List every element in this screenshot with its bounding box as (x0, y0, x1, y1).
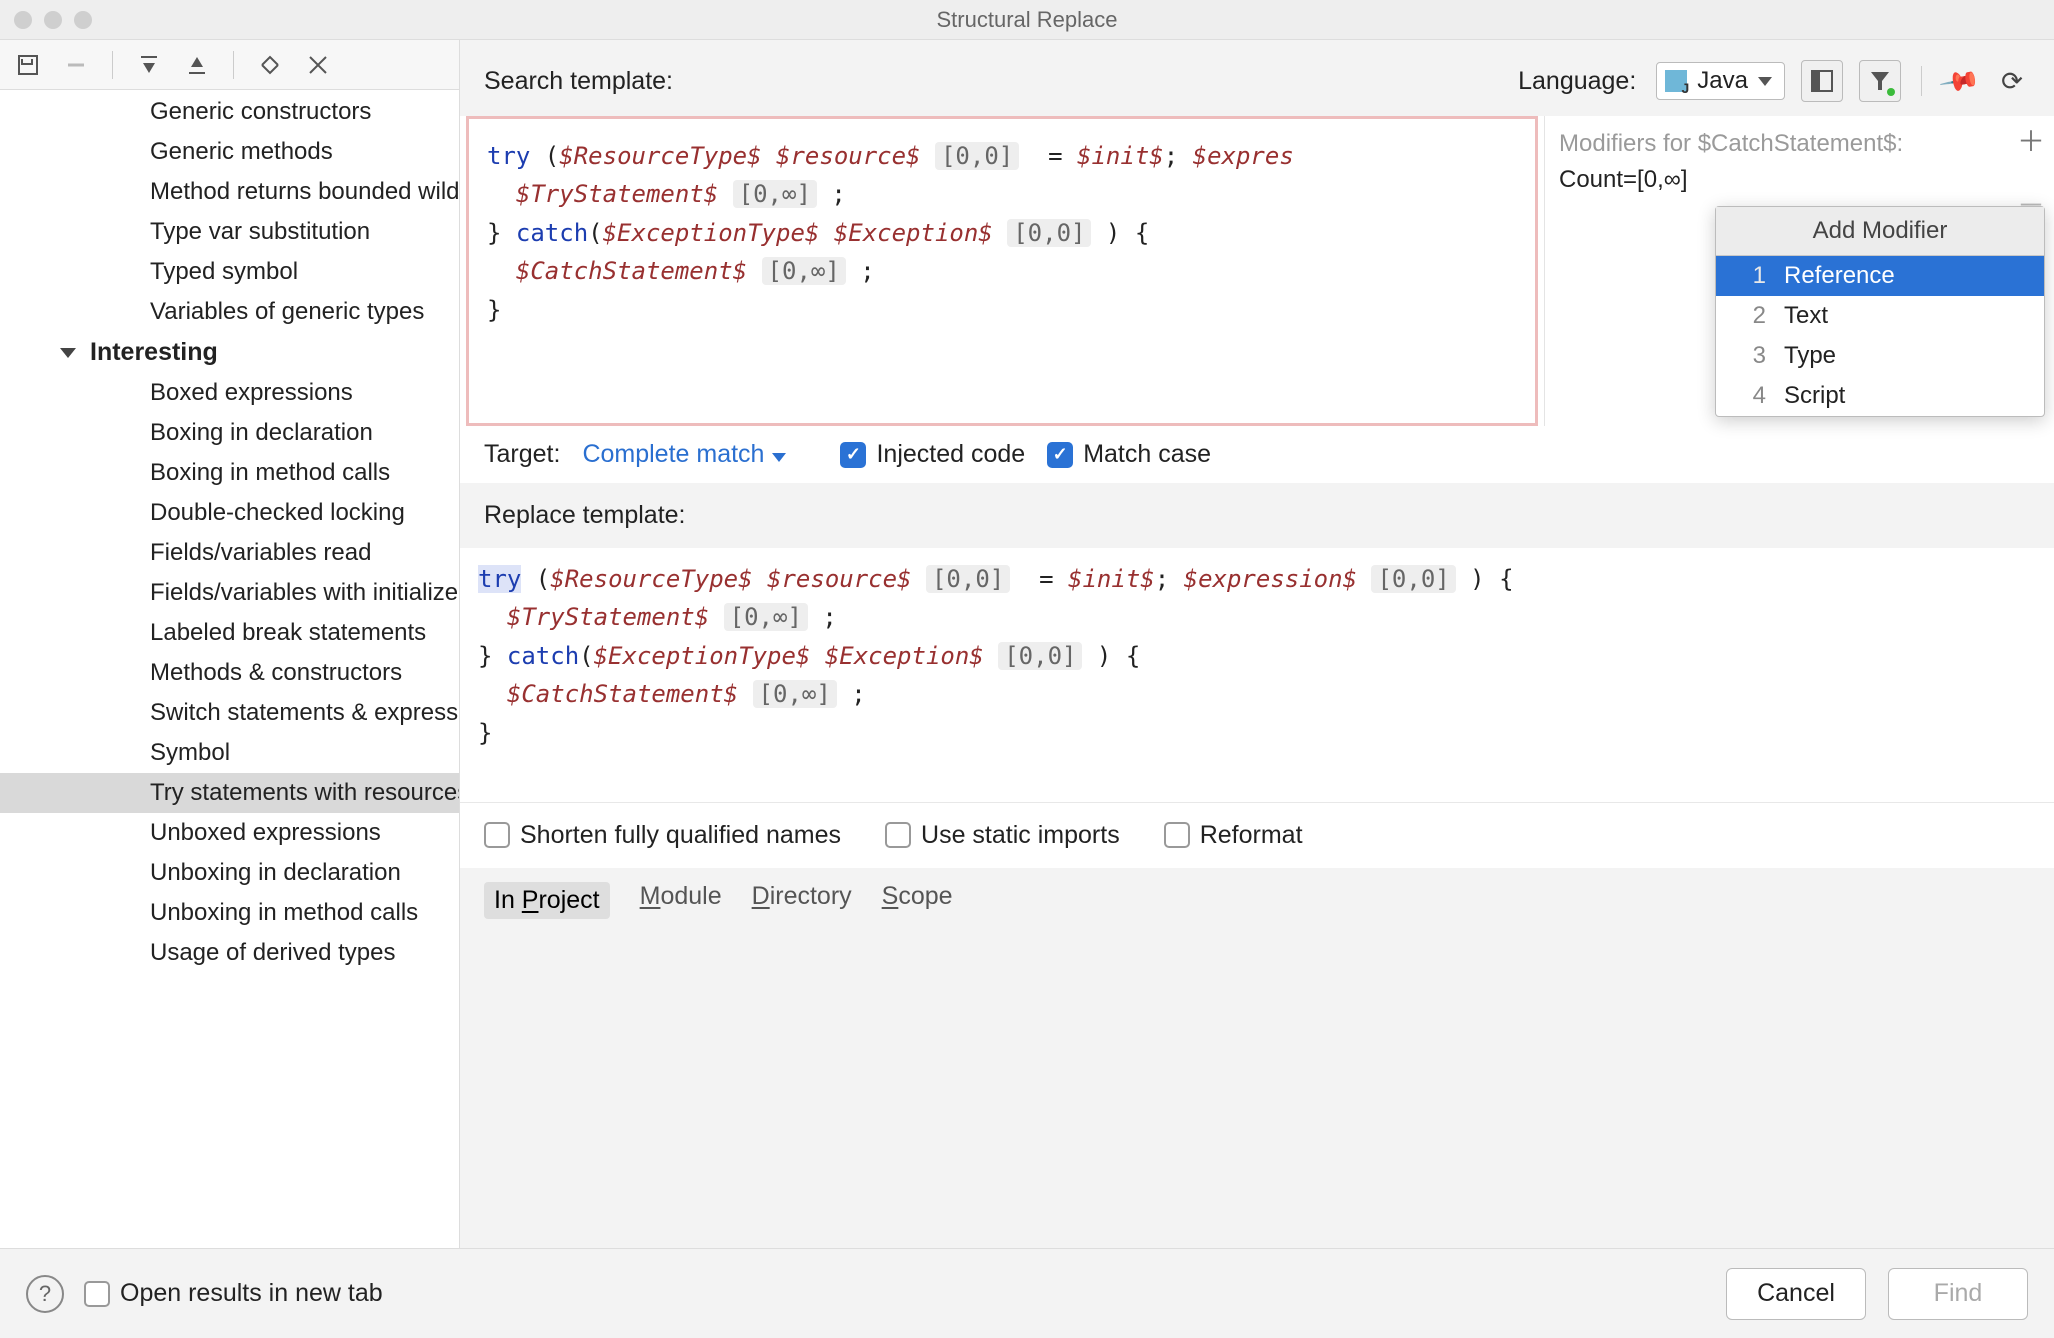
checkbox-checked-icon: ✓ (1047, 442, 1073, 468)
target-row: Target: Complete match ✓ Injected code ✓… (460, 426, 2054, 483)
modifiers-panel: Modifiers for $CatchStatement$: Count=[0… (1544, 116, 2054, 426)
reformat-checkbox[interactable]: ✓ Reformat (1164, 821, 1303, 850)
cancel-button[interactable]: Cancel (1726, 1268, 1866, 1320)
modifiers-count: Count=[0,∞] (1559, 166, 2048, 194)
tree-item[interactable]: Boxing in declaration (0, 413, 459, 453)
shorten-names-checkbox[interactable]: ✓ Shorten fully qualified names (484, 821, 841, 850)
target-label: Target: (484, 440, 560, 469)
filter-button[interactable] (1859, 60, 1901, 102)
tree-item[interactable]: Boxed expressions (0, 373, 459, 413)
find-button[interactable]: Find (1888, 1268, 2028, 1320)
tree-items[interactable]: Generic constructors Generic methods Met… (0, 90, 459, 973)
tree-item[interactable]: Fields/variables with initializers (0, 573, 459, 613)
language-value: Java (1697, 67, 1748, 95)
tree-item[interactable]: Usage of derived types (0, 933, 459, 973)
tree-item[interactable]: Typed symbol (0, 252, 459, 292)
scope-module[interactable]: Module (640, 882, 722, 919)
expand-selection-icon[interactable] (133, 49, 165, 81)
checkbox-empty-icon: ✓ (84, 1281, 110, 1307)
add-modifier-popup: Add Modifier 1 Reference 2 Text 3 Type (1715, 206, 2045, 417)
scope-directory[interactable]: Directory (752, 882, 852, 919)
injected-code-checkbox[interactable]: ✓ Injected code (840, 440, 1025, 469)
scope-scope[interactable]: Scope (882, 882, 953, 919)
replace-options-row: ✓ Shorten fully qualified names ✓ Use st… (460, 803, 2054, 868)
help-button[interactable]: ? (26, 1275, 64, 1313)
tree-item[interactable]: Unboxed expressions (0, 813, 459, 853)
refresh-icon[interactable]: ⟳ (1994, 63, 2030, 99)
search-editor-row: try ($ResourceType$ $resource$ [0,0] = $… (460, 116, 2054, 426)
modifier-option-text[interactable]: 2 Text (1716, 296, 2044, 336)
checkbox-empty-icon: ✓ (885, 822, 911, 848)
search-header: Search template: Language: Java 📌 ⟳ (460, 40, 2054, 116)
checkbox-empty-icon: ✓ (484, 822, 510, 848)
minus-icon[interactable] (60, 49, 92, 81)
tree-item[interactable]: Generic methods (0, 132, 459, 172)
checkbox-empty-icon: ✓ (1164, 822, 1190, 848)
tree-item[interactable]: Method returns bounded wildcard (0, 172, 459, 212)
tree-item[interactable]: Unboxing in method calls (0, 893, 459, 933)
right-panel: Search template: Language: Java 📌 ⟳ (460, 40, 2054, 1248)
separator (233, 51, 234, 79)
view-mode-button[interactable] (1801, 60, 1843, 102)
footer: ? ✓ Open results in new tab Cancel Find (0, 1248, 2054, 1338)
tree-group-interesting[interactable]: Interesting (0, 332, 459, 373)
search-template-label: Search template: (484, 67, 673, 96)
tree-item[interactable]: Try statements with resources (0, 773, 459, 813)
window-title: Structural Replace (0, 7, 2054, 33)
match-case-checkbox[interactable]: ✓ Match case (1047, 440, 1211, 469)
separator (1921, 66, 1922, 96)
save-icon[interactable] (12, 49, 44, 81)
modifier-option-type[interactable]: 3 Type (1716, 336, 2044, 376)
tree-item[interactable]: Unboxing in declaration (0, 853, 459, 893)
language-select[interactable]: Java (1656, 62, 1785, 100)
add-modifier-popup-title: Add Modifier (1716, 207, 2044, 256)
replace-template-editor[interactable]: try ($ResourceType$ $resource$ [0,0] = $… (460, 548, 2054, 803)
scope-tabs: In Project Module Directory Scope (460, 868, 2054, 933)
footer-right: Cancel Find (1726, 1268, 2028, 1320)
chevron-down-icon (1758, 77, 1772, 86)
target-dropdown[interactable]: Complete match (582, 440, 786, 469)
static-imports-checkbox[interactable]: ✓ Use static imports (885, 821, 1120, 850)
search-template-editor[interactable]: try ($ResourceType$ $resource$ [0,0] = $… (466, 116, 1538, 426)
tree-item[interactable]: Methods & constructors (0, 653, 459, 693)
tree-group-label: Interesting (90, 338, 218, 367)
tree-item[interactable]: Generic constructors (0, 92, 459, 132)
collapse-selection-icon[interactable] (181, 49, 213, 81)
add-modifier-button[interactable]: ＋ (2017, 120, 2045, 160)
tree-item[interactable]: Double-checked locking (0, 493, 459, 533)
checkbox-checked-icon: ✓ (840, 442, 866, 468)
modifiers-title: Modifiers for $CatchStatement$: (1559, 130, 2048, 158)
tree-item[interactable]: Fields/variables read (0, 533, 459, 573)
tree-item[interactable]: Boxing in method calls (0, 453, 459, 493)
java-icon (1665, 70, 1687, 92)
language-label: Language: (1518, 67, 1636, 96)
header-tools: Language: Java 📌 ⟳ (1518, 60, 2030, 102)
templates-tree: Generic constructors Generic methods Met… (0, 40, 460, 1248)
open-results-checkbox[interactable]: ✓ Open results in new tab (84, 1279, 383, 1308)
chevron-down-icon (772, 453, 786, 462)
collapse-all-icon[interactable] (302, 49, 334, 81)
separator (112, 51, 113, 79)
tree-item[interactable]: Type var substitution (0, 212, 459, 252)
titlebar: Structural Replace (0, 0, 2054, 40)
tree-item[interactable]: Symbol (0, 733, 459, 773)
chevron-down-icon (60, 348, 76, 358)
tree-toolbar (0, 40, 459, 90)
expand-all-icon[interactable] (254, 49, 286, 81)
modifier-option-reference[interactable]: 1 Reference (1716, 256, 2044, 296)
main-area: Generic constructors Generic methods Met… (0, 40, 2054, 1248)
tree-item[interactable]: Labeled break statements (0, 613, 459, 653)
tree-item[interactable]: Variables of generic types (0, 292, 459, 332)
scope-in-project[interactable]: In Project (484, 882, 610, 919)
modifier-option-script[interactable]: 4 Script (1716, 376, 2044, 416)
pin-icon[interactable]: 📌 (1935, 56, 1985, 106)
tree-item[interactable]: Switch statements & expressions (0, 693, 459, 733)
footer-left: ? ✓ Open results in new tab (26, 1275, 383, 1313)
replace-template-label: Replace template: (460, 483, 2054, 548)
